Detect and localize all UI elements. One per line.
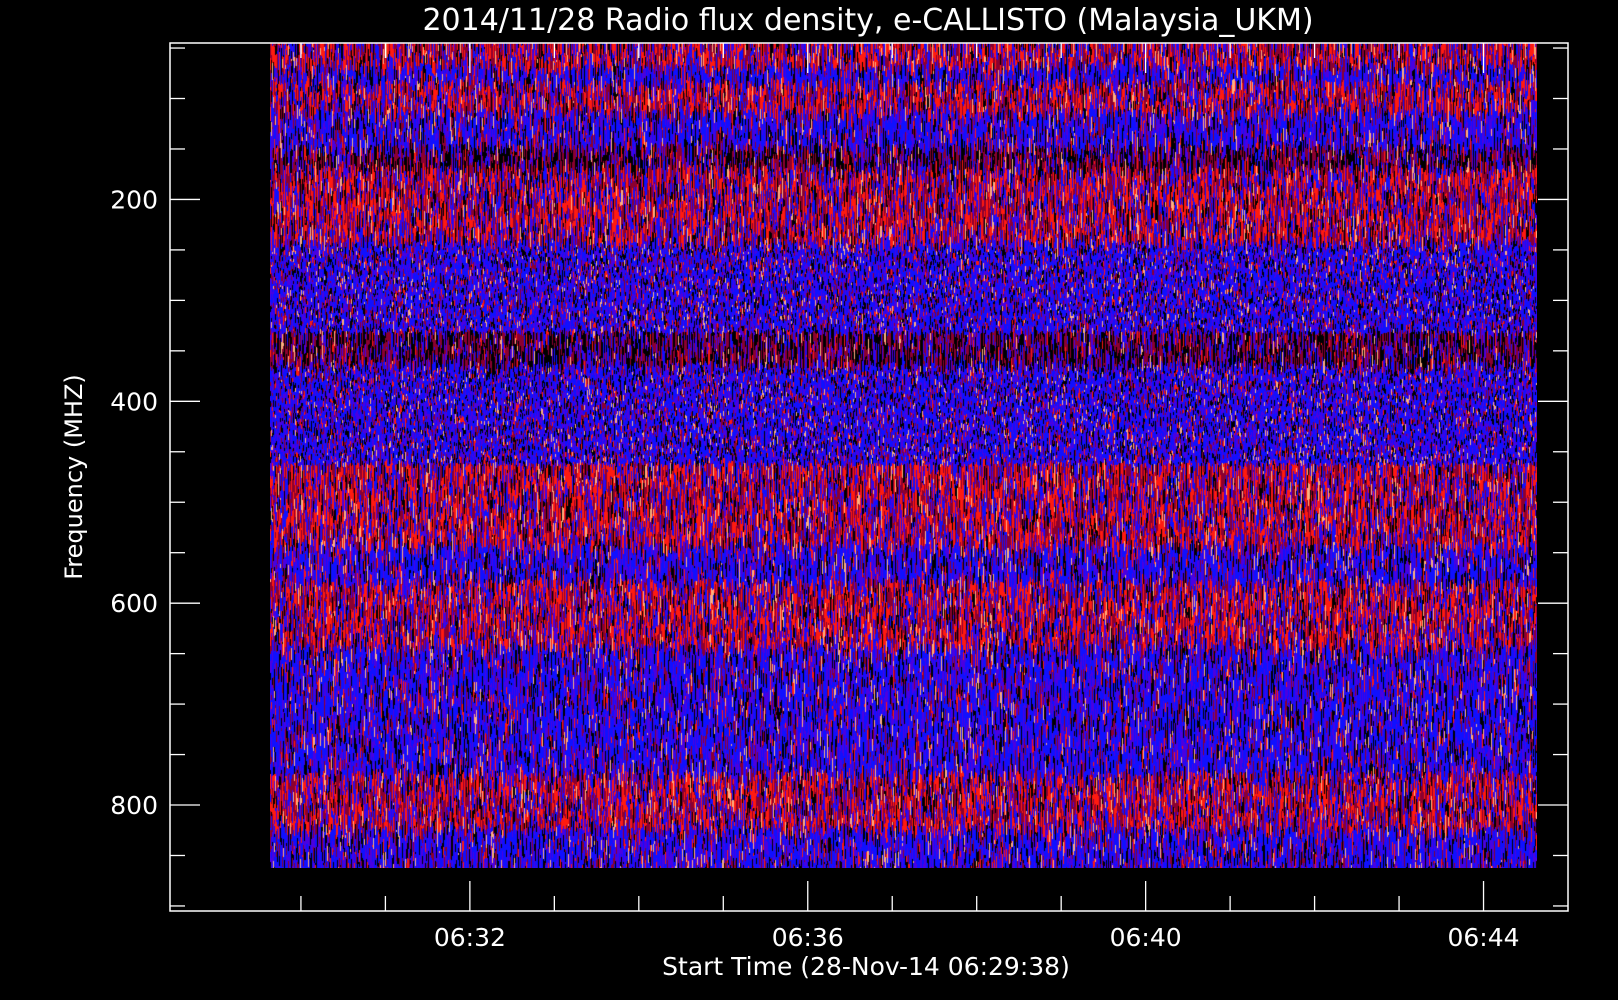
x-tick-label-0640: 06:40 <box>1110 923 1182 952</box>
y-tick-label-400: 400 <box>110 387 158 416</box>
plot-frame <box>169 42 1569 912</box>
y-tick-label-600: 600 <box>110 589 158 618</box>
x-tick-label-0632: 06:32 <box>434 923 506 952</box>
x-axis: 06:32 06:36 06:40 06:44 <box>300 43 1520 952</box>
y-axis: 200 400 600 800 <box>110 47 1568 907</box>
chart-stage: 2014/11/28 Radio flux density, e-CALLIST… <box>0 0 1618 1000</box>
x-tick-label-0644: 06:44 <box>1448 923 1520 952</box>
y-axis-label: Frequency (MHZ) <box>60 374 88 580</box>
chart-plot: 2014/11/28 Radio flux density, e-CALLIST… <box>60 3 1569 981</box>
x-tick-label-0636: 06:36 <box>772 923 844 952</box>
x-axis-label: Start Time (28-Nov-14 06:29:38) <box>662 952 1070 981</box>
chart-title: 2014/11/28 Radio flux density, e-CALLIST… <box>422 3 1313 38</box>
y-tick-label-200: 200 <box>110 185 158 214</box>
y-tick-label-800: 800 <box>110 791 158 820</box>
